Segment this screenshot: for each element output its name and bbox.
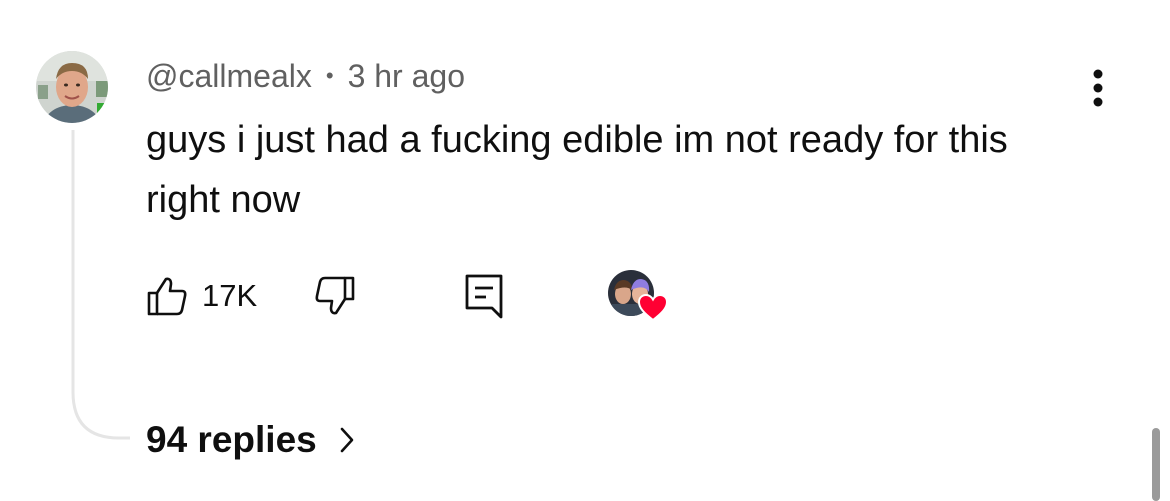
creator-heart [608,270,670,322]
reply-button[interactable] [464,270,504,322]
like-count: 17K [202,278,258,313]
more-options-button[interactable] [1078,64,1118,112]
dislike-button[interactable] [314,270,356,322]
thumbs-down-icon [315,276,355,315]
meta-separator: • [325,63,334,88]
comment-timestamp[interactable]: 3 hr ago [348,58,465,95]
creator-heart-icon [638,294,668,322]
replies-count-label: 94 replies [146,419,317,460]
like-button[interactable]: 17K [146,270,257,322]
thumbs-up-icon [147,277,187,316]
comment-thread: @callmealx • 3 hr ago guys i just had a … [0,0,1170,501]
more-vertical-icon [1093,69,1103,107]
view-replies-button[interactable]: 94 replies [146,414,355,466]
reply-comment-icon [465,274,503,319]
scrollbar-thumb[interactable] [1152,428,1160,501]
chevron-right-icon [340,427,354,453]
user-avatar[interactable] [36,51,108,123]
comment-body: guys i just had a fucking edible im not … [146,119,1008,221]
comment-header: @callmealx • 3 hr ago [146,55,465,97]
author-handle[interactable]: @callmealx [146,58,312,95]
